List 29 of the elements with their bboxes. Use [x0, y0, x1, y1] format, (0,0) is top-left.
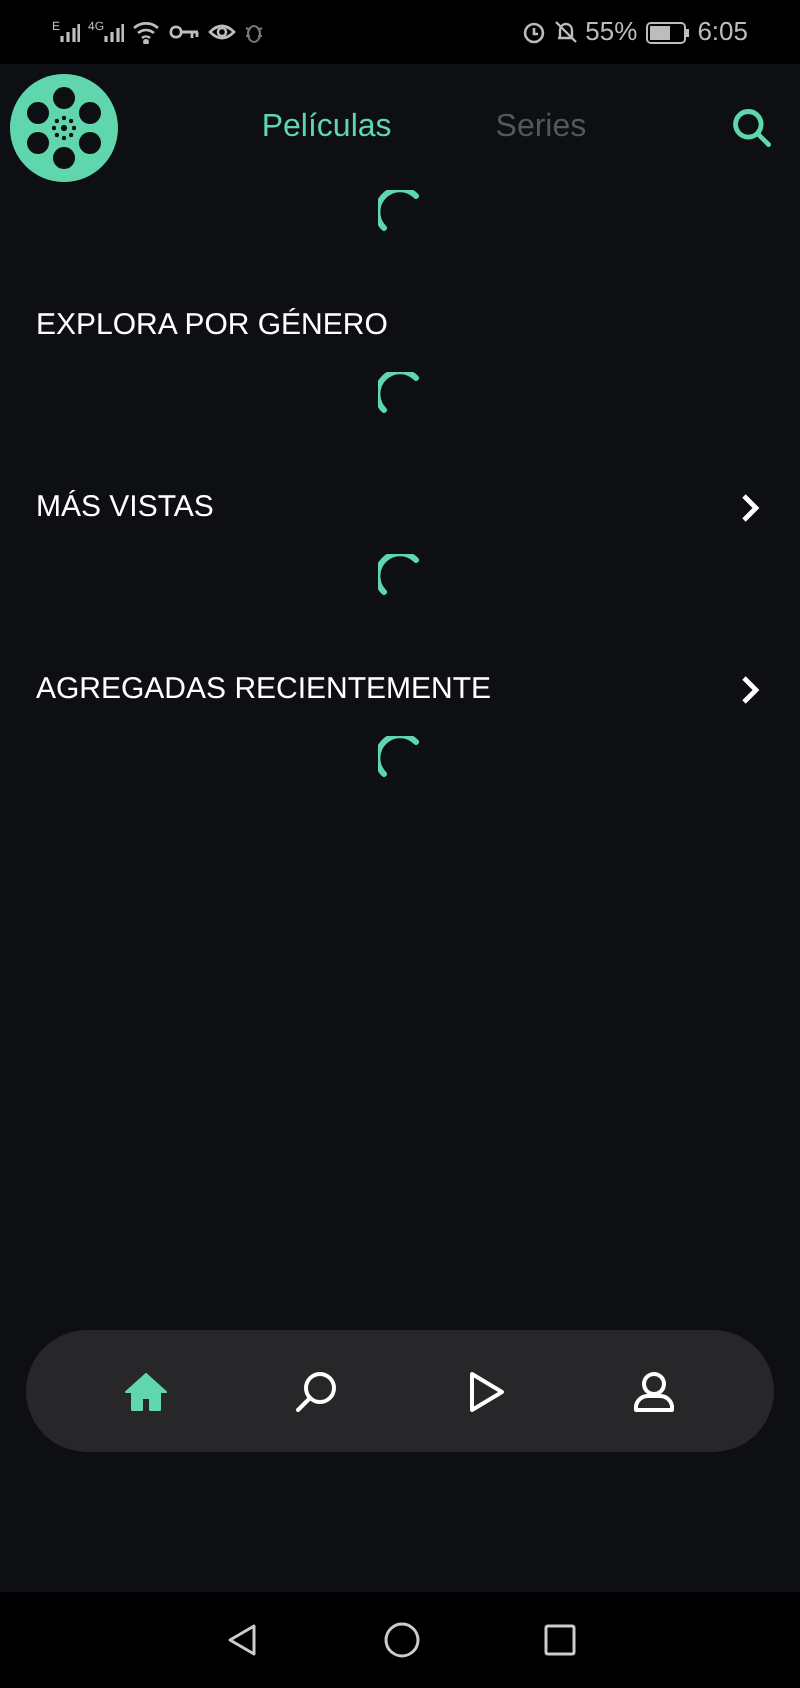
battery-percent: 55%	[585, 14, 638, 51]
eye-icon	[208, 20, 237, 44]
signal-icon	[104, 22, 125, 42]
search-icon	[291, 1367, 340, 1415]
home-circle-icon[interactable]	[384, 1622, 420, 1658]
film-reel-logo[interactable]	[8, 71, 120, 183]
clock-time: 6:05	[697, 14, 748, 51]
alarm-icon	[521, 20, 546, 44]
home-icon	[122, 1367, 171, 1415]
category-tab[interactable]: Películas	[261, 103, 392, 151]
section-title: AGREGADAS RECIENTEMENTE	[36, 669, 492, 710]
loading-spinner-icon	[378, 736, 422, 780]
chevron-right-icon[interactable]	[740, 674, 760, 706]
section-title: MÁS VISTAS	[36, 487, 214, 528]
battery-icon	[645, 21, 690, 43]
bug-icon	[244, 20, 265, 44]
section-title: EXPLORA POR GÉNERO	[36, 305, 388, 346]
back-icon[interactable]	[224, 1622, 260, 1658]
key-icon	[168, 24, 201, 40]
chevron-right-icon[interactable]	[740, 492, 760, 524]
wifi-icon	[132, 20, 161, 44]
square-icon[interactable]	[544, 1624, 576, 1656]
muted-bell-icon	[553, 20, 578, 44]
search-icon	[730, 105, 774, 149]
loading-spinner-icon	[378, 190, 422, 234]
loading-spinner-icon	[378, 372, 422, 416]
loading-spinner-icon	[378, 554, 422, 598]
signal-icon	[60, 22, 81, 42]
profile-icon	[629, 1367, 678, 1415]
